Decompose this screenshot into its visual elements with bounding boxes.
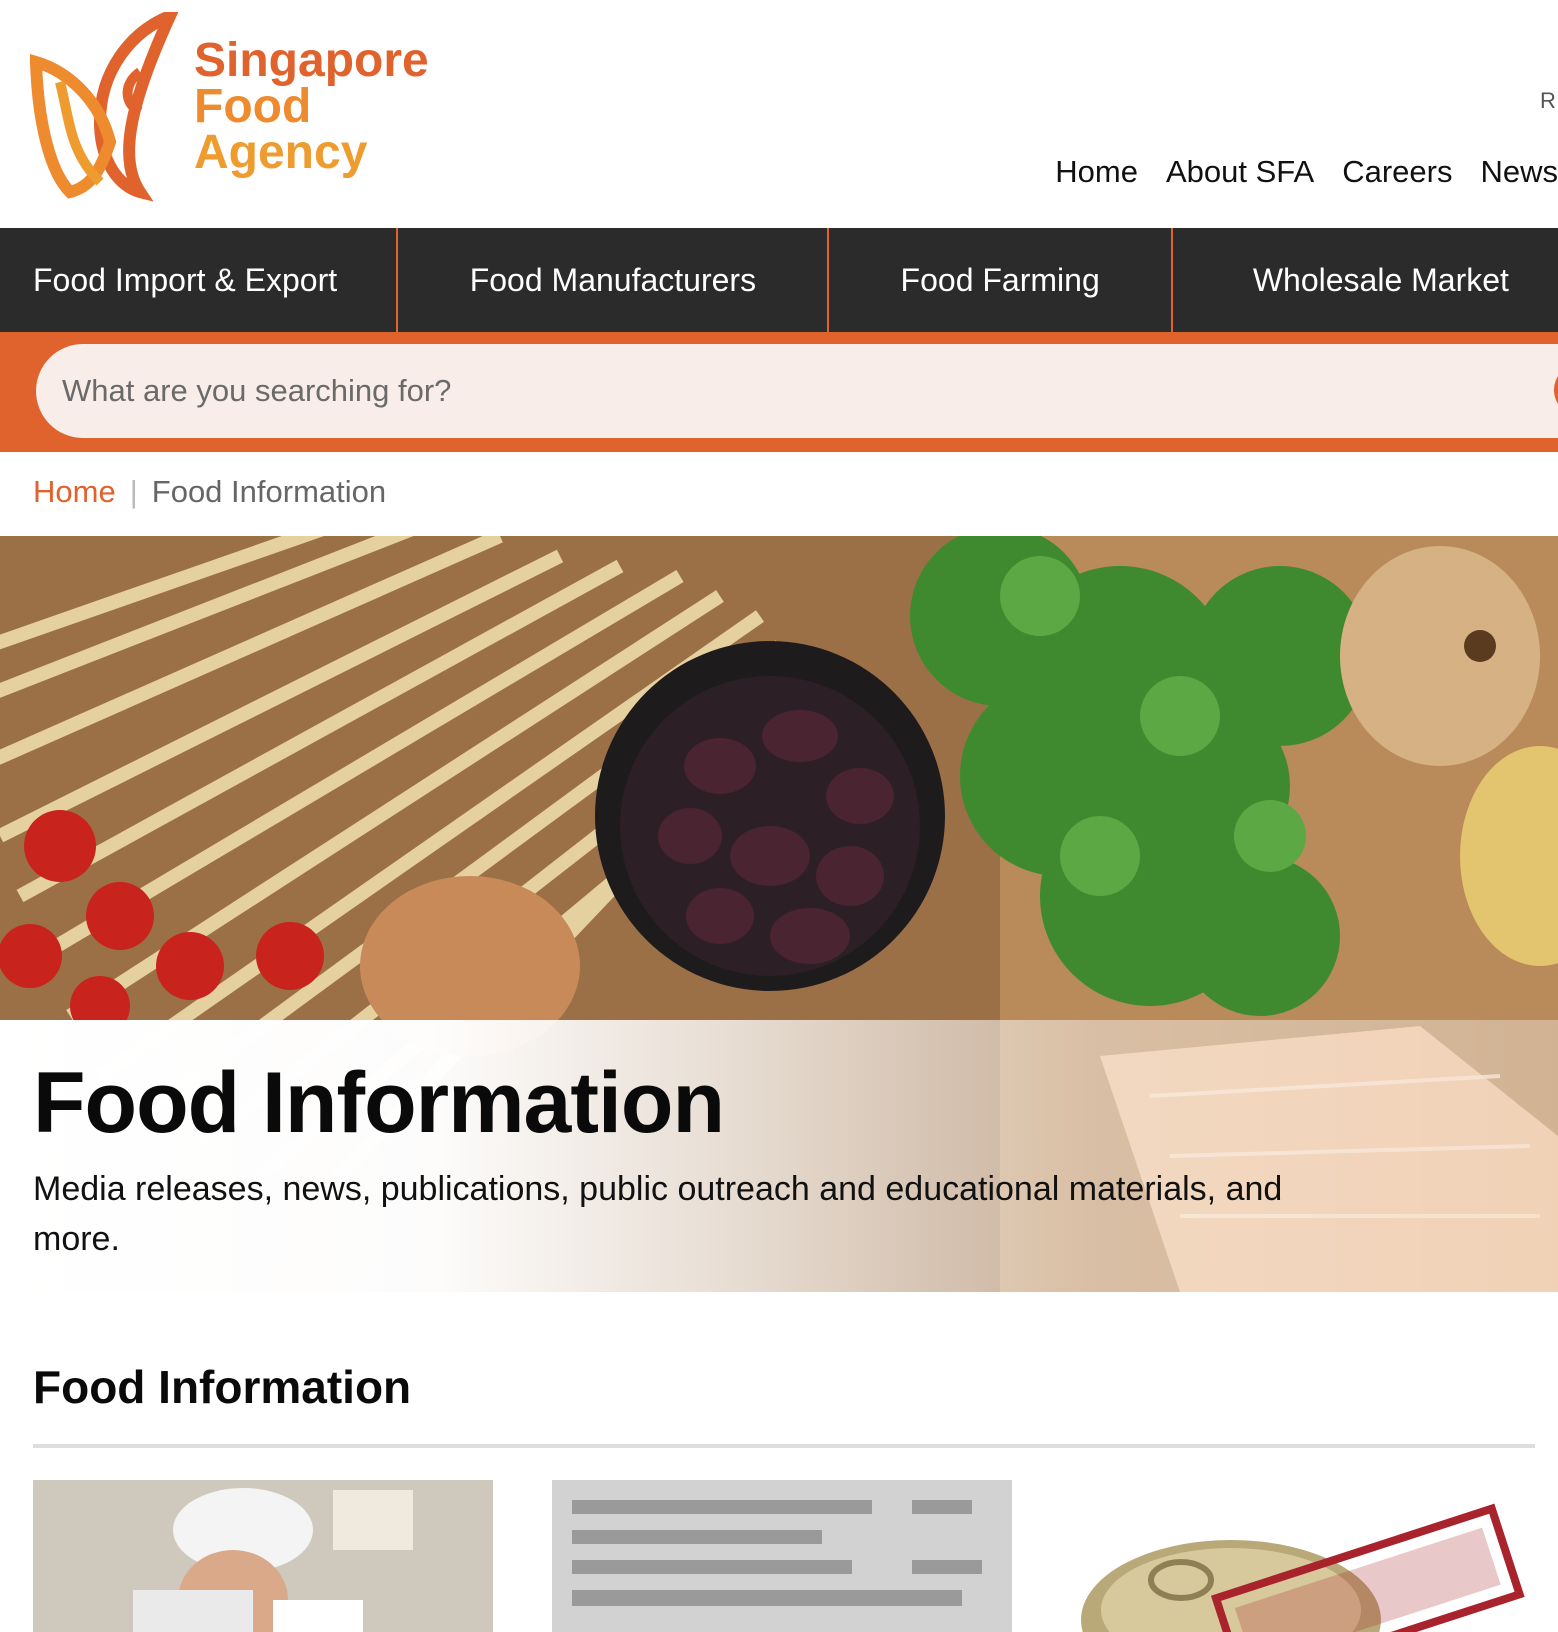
section-title: Food Information — [33, 1361, 412, 1413]
leaf-logo-icon — [30, 12, 179, 202]
logo-line-1: Singapore — [194, 34, 429, 87]
search-box — [36, 344, 1558, 438]
topnav-home[interactable]: Home — [1055, 154, 1138, 190]
breadcrumb: Home | Food Information — [33, 474, 386, 510]
section-divider — [33, 1444, 1535, 1448]
card-nutrition[interactable] — [552, 1480, 1012, 1632]
logo-wordmark: Singapore Food Agency — [194, 34, 429, 179]
card-recall[interactable] — [1071, 1480, 1531, 1632]
utility-link[interactable]: R — [1540, 88, 1556, 114]
mainnav-food-farming[interactable]: Food Farming — [829, 228, 1173, 332]
logo-line-3: Agency — [194, 126, 368, 179]
sfa-logo[interactable]: Singapore Food Agency — [30, 12, 450, 202]
page-title: Food Information — [33, 1055, 725, 1151]
topnav-news[interactable]: News — [1480, 154, 1558, 190]
nutrition-label-image — [552, 1480, 1012, 1632]
topnav-about-sfa[interactable]: About SFA — [1166, 154, 1314, 190]
mainnav-food-import-export[interactable]: Food Import & Export — [0, 228, 399, 332]
search-band — [0, 332, 1558, 452]
inspector-photo-image — [33, 1480, 493, 1632]
search-icon[interactable] — [1554, 364, 1558, 416]
search-input[interactable] — [60, 372, 1264, 410]
breadcrumb-current: Food Information — [151, 474, 387, 509]
mainnav-food-manufacturers[interactable]: Food Manufacturers — [398, 228, 830, 332]
card-inspector[interactable] — [33, 1480, 493, 1632]
topnav-careers[interactable]: Careers — [1342, 154, 1452, 190]
site-header: Singapore Food Agency R Home About SFA C… — [0, 0, 1558, 228]
top-nav: Home About SFA Careers News — [1055, 154, 1558, 190]
breadcrumb-home[interactable]: Home — [33, 474, 116, 510]
recalled-can-image — [1071, 1480, 1531, 1632]
breadcrumb-separator: | — [129, 474, 138, 509]
main-nav: Food Import & Export Food Manufacturers … — [0, 228, 1558, 332]
hero-banner: Food Information Media releases, news, p… — [0, 536, 1558, 1292]
page-subtitle: Media releases, news, publications, publ… — [33, 1170, 1283, 1258]
mainnav-wholesale-market[interactable]: Wholesale Market — [1173, 228, 1558, 332]
logo-line-2: Food — [194, 80, 312, 133]
